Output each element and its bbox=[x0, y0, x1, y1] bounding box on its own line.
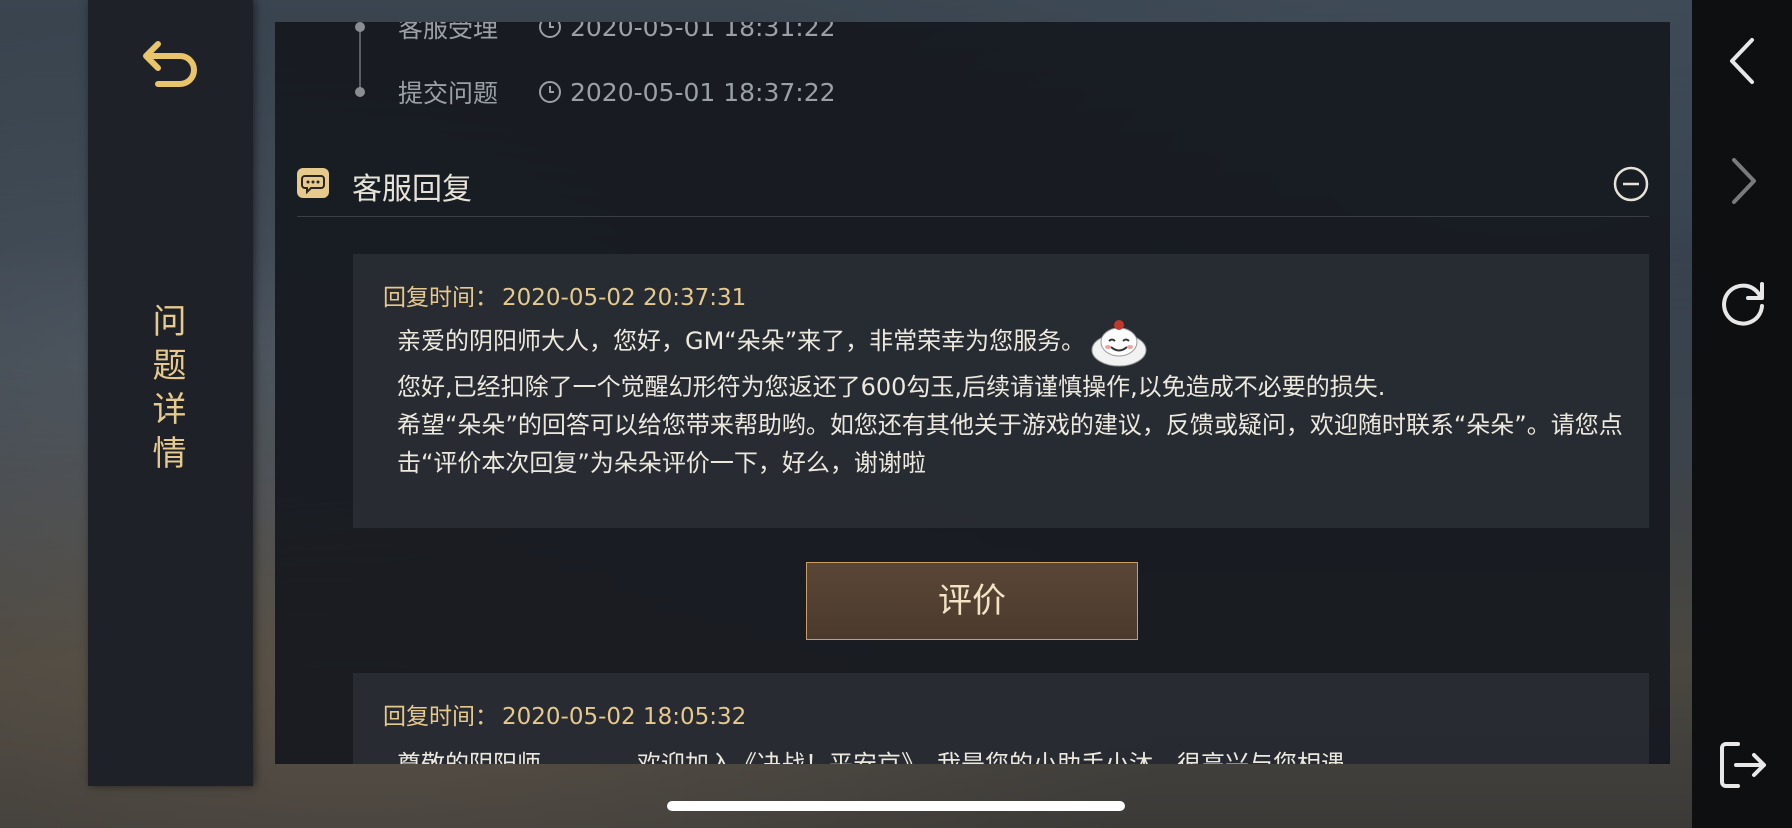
reply-time-value: 2020-05-02 18:05:32 bbox=[502, 704, 747, 730]
back-nav-button[interactable] bbox=[1716, 34, 1770, 88]
collapse-button[interactable] bbox=[1613, 166, 1649, 202]
chat-bubble-icon bbox=[297, 168, 329, 198]
reply-body: 亲爱的阴阳师大人，您好，GM“朵朵”来了，非常荣幸为您服务。 您好,已经扣除了一… bbox=[383, 316, 1623, 482]
title-char: 题 bbox=[152, 346, 189, 386]
timeline-time: 2020-05-01 18:31:22 bbox=[570, 22, 836, 42]
reply-time-label: 回复时间： bbox=[383, 285, 498, 311]
reply-line: 尊敬的阴阳师 ，欢迎加入《决战！平安京》，我是您的小助手小沐，很高兴与您相遇 bbox=[397, 750, 1345, 764]
section-title: 客服回复 bbox=[352, 172, 472, 207]
timeline-label: 提交问题 bbox=[398, 79, 499, 108]
reply-line: 您好,已经扣除了一个觉醒幻形符为您返还了600勾玉,后续请谨慎操作,以免造成不必… bbox=[397, 373, 1386, 401]
back-button[interactable] bbox=[140, 38, 204, 94]
refresh-icon bbox=[1722, 282, 1764, 326]
reply-line-text: 亲爱的阴阳师大人，您好，GM“朵朵”来了，非常荣幸为您服务。 bbox=[397, 327, 1086, 355]
reply-time-label: 回复时间： bbox=[383, 704, 498, 730]
clock-icon bbox=[539, 22, 561, 38]
detail-panel[interactable]: 客服受理 2020-05-01 18:31:22 提交问题 2020-05-01… bbox=[275, 22, 1670, 764]
refresh-button[interactable] bbox=[1716, 276, 1770, 330]
mascot-emoji-icon bbox=[1091, 320, 1147, 367]
reply-card: 回复时间： 2020-05-02 20:37:31 亲爱的阴阳师大人，您好，GM“… bbox=[353, 254, 1649, 528]
system-nav-bar bbox=[1692, 0, 1792, 828]
page-title-vertical: 问 题 详 情 bbox=[88, 300, 253, 476]
left-nav: 问 题 详 情 bbox=[88, 0, 253, 786]
timeline-item: 提交问题 2020-05-01 18:37:22 bbox=[355, 75, 836, 109]
timeline-item: 客服受理 2020-05-01 18:31:22 bbox=[355, 22, 836, 44]
exit-button[interactable] bbox=[1716, 738, 1770, 792]
timeline-dot bbox=[355, 87, 365, 97]
reply-time-value: 2020-05-02 20:37:31 bbox=[502, 285, 747, 311]
reply-line: 希望“朵朵”的回答可以给您带来帮助哟。如您还有其他关于游戏的建议，反馈或疑问，欢… bbox=[397, 411, 1623, 477]
clock-icon bbox=[539, 81, 561, 103]
home-indicator[interactable] bbox=[667, 801, 1125, 811]
reply-time: 回复时间： 2020-05-02 20:37:31 bbox=[383, 278, 746, 312]
reply-line: 亲爱的阴阳师大人，您好，GM“朵朵”来了，非常荣幸为您服务。 bbox=[383, 316, 1623, 368]
timeline-dot bbox=[355, 22, 365, 32]
timeline-label: 客服受理 bbox=[398, 22, 499, 43]
rate-button[interactable]: 评价 bbox=[806, 562, 1138, 640]
title-char: 详 bbox=[152, 390, 189, 430]
minus-circle-icon bbox=[1613, 166, 1649, 202]
title-char: 情 bbox=[152, 434, 189, 474]
reply-time: 回复时间： 2020-05-02 18:05:32 bbox=[383, 697, 746, 731]
forward-nav-button[interactable] bbox=[1716, 154, 1770, 208]
reply-card: 回复时间： 2020-05-02 18:05:32 尊敬的阴阳师 ，欢迎加入《决战… bbox=[353, 673, 1649, 764]
back-arrow-icon bbox=[143, 41, 197, 87]
chevron-left-icon bbox=[1730, 38, 1754, 84]
section-header: 客服回复 bbox=[297, 154, 1649, 217]
title-char: 问 bbox=[152, 302, 189, 342]
chevron-right-icon bbox=[1732, 158, 1756, 204]
timeline-time: 2020-05-01 18:37:22 bbox=[570, 77, 836, 107]
reply-body: 尊敬的阴阳师 ，欢迎加入《决战！平安京》，我是您的小助手小沐，很高兴与您相遇 bbox=[383, 745, 1623, 764]
exit-icon bbox=[1720, 742, 1766, 788]
